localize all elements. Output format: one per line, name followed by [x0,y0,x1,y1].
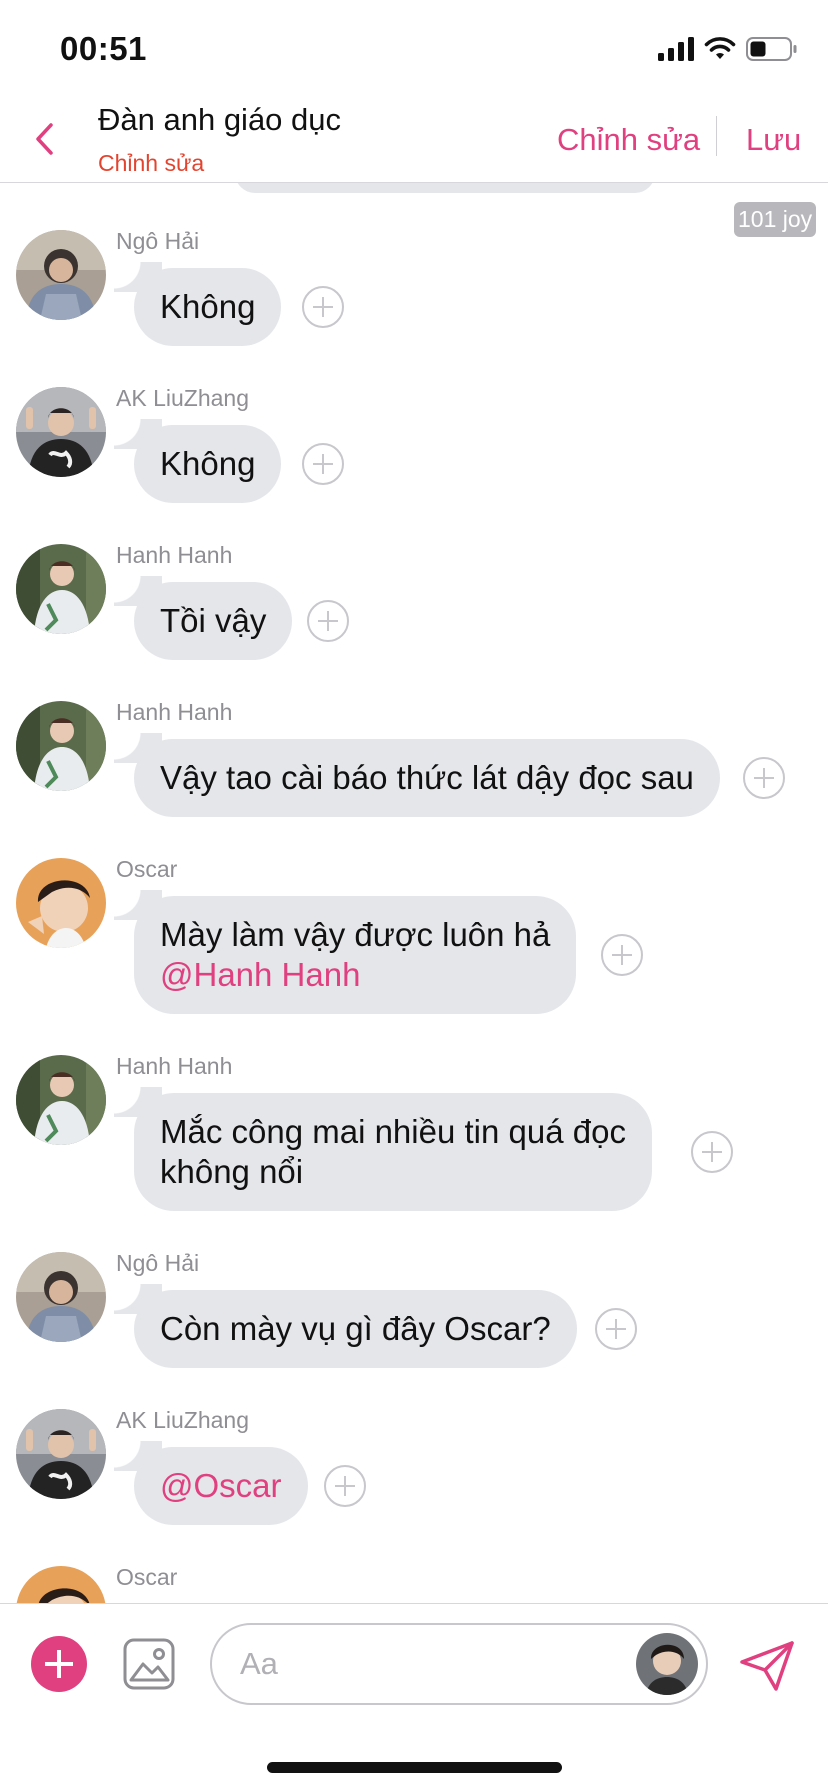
wifi-icon [704,37,736,59]
person-closeup-avatar [16,1566,106,1603]
group-title[interactable]: Đàn anh giáo dục [98,102,341,138]
home-indicator [267,1762,562,1773]
message-bubble-wrap: Mắc công mai nhiều tin quá đọc không nổi [114,1087,733,1211]
sender-name: Oscar [116,1564,178,1590]
message-text: Mắc công mai nhiều tin quá đọc [160,1113,626,1150]
person-hoodie-avatar [16,1252,106,1342]
message-text: Không [160,445,256,482]
message-bubble-wrap: @Oscar [114,1441,366,1525]
status-time: 00:51 [60,30,147,67]
message-bubble-wrap: Tồi vậy [113,576,349,660]
composer-bar [0,1603,828,1713]
sender-avatar[interactable] [16,1055,106,1145]
sender-avatar[interactable] [16,387,106,477]
sender-name: AK LiuZhang [116,385,249,411]
sender-name: Hanh Hanh [116,542,233,568]
message-text: Tồi vậy [160,602,267,639]
save-button[interactable]: Lưu [746,122,801,158]
person-closeup-avatar [16,858,106,948]
image-glyph [123,1638,175,1690]
chat-header: Đàn anh giáo dục Chỉnh sửa Chỉnh sửa Lưu [0,96,828,183]
message-list[interactable]: 101 joy Ngô Hải Không AK LiuZhang Không … [0,183,828,1603]
add-reaction-button[interactable] [302,443,344,485]
message-bubble-wrap: Mày làm vậy được luôn hả @Hanh Hanh [113,890,643,1014]
message-text: không nổi [160,1153,304,1190]
add-reaction-button[interactable] [302,286,344,328]
partial-message-bubble [235,183,655,193]
sender-name: Hanh Hanh [116,1053,233,1079]
add-reaction-button[interactable] [324,1465,366,1507]
sender-avatar[interactable] [16,701,106,791]
sender-avatar[interactable] [16,1566,106,1603]
message-bubble[interactable]: Mắc công mai nhiều tin quá đọc không nổi [114,1087,652,1211]
message-bubble-wrap: Vậy tao cài báo thức lát dậy đọc sau [114,733,785,817]
chevron-left-icon [36,123,53,155]
message-text: Còn mày vụ gì đây Oscar? [160,1310,551,1347]
sender-avatar[interactable] [16,1252,106,1342]
sender-name: Ngô Hải [116,1250,200,1276]
message-bubble[interactable]: Mày làm vậy được luôn hả @Hanh Hanh [113,890,577,1014]
message-bubble[interactable]: Tồi vậy [113,576,293,660]
person-outdoor-avatar [16,701,106,791]
message-input[interactable] [210,1623,708,1705]
person-peace-sign-avatar [16,387,106,477]
message-text: Mày làm vậy được luôn hả [160,916,551,953]
message-text: Vậy tao cài báo thức lát dậy đọc sau [160,759,694,796]
edit-button[interactable]: Chỉnh sửa [557,122,700,158]
add-reaction-button[interactable] [601,934,643,976]
message-bubble[interactable]: @Oscar [114,1441,308,1525]
person-outdoor-avatar [16,1055,106,1145]
status-icons [658,34,798,64]
add-reaction-button[interactable] [595,1308,637,1350]
send-icon[interactable] [738,1640,796,1692]
sender-name: Ngô Hải [116,228,200,254]
sender-name: Oscar [116,856,178,882]
cellular-signal-icon [658,37,694,61]
message-bubble-wrap: Không [113,262,344,346]
status-bar: 00:51 [0,0,828,96]
back-button[interactable] [24,114,64,164]
sender-avatar[interactable] [16,1409,106,1499]
add-reaction-button[interactable] [307,600,349,642]
message-text: Không [160,288,256,325]
header-divider [716,116,717,156]
message-bubble[interactable]: Không [113,262,282,346]
sender-avatar[interactable] [16,544,106,634]
group-subtitle[interactable]: Chỉnh sửa [98,150,204,177]
message-bubble[interactable]: Vậy tao cài báo thức lát dậy đọc sau [114,733,720,817]
add-reaction-button[interactable] [691,1131,733,1173]
battery-icon [746,37,797,61]
message-bubble[interactable]: Không [113,419,282,503]
image-icon[interactable] [123,1638,175,1690]
mention-link[interactable]: @Oscar [160,1466,282,1506]
plus-icon[interactable] [31,1636,87,1692]
user-avatar[interactable] [636,1633,698,1695]
message-bubble[interactable]: Còn mày vụ gì đây Oscar? [114,1284,577,1368]
person-hoodie-avatar [16,230,106,320]
person-peace-sign-avatar [16,1409,106,1499]
sender-avatar[interactable] [16,858,106,948]
sender-name: AK LiuZhang [116,1407,249,1433]
mention-link[interactable]: @Hanh Hanh [160,955,550,995]
add-reaction-button[interactable] [743,757,785,799]
person-outdoor-avatar [16,544,106,634]
message-bubble-wrap: Còn mày vụ gì đây Oscar? [114,1284,637,1368]
user-avatar-image [636,1633,698,1695]
sender-name: Hanh Hanh [116,699,233,725]
send-glyph [740,1641,794,1691]
joy-badge: 101 joy [734,202,817,237]
sender-avatar[interactable] [16,230,106,320]
message-bubble-wrap: Không [113,419,344,503]
